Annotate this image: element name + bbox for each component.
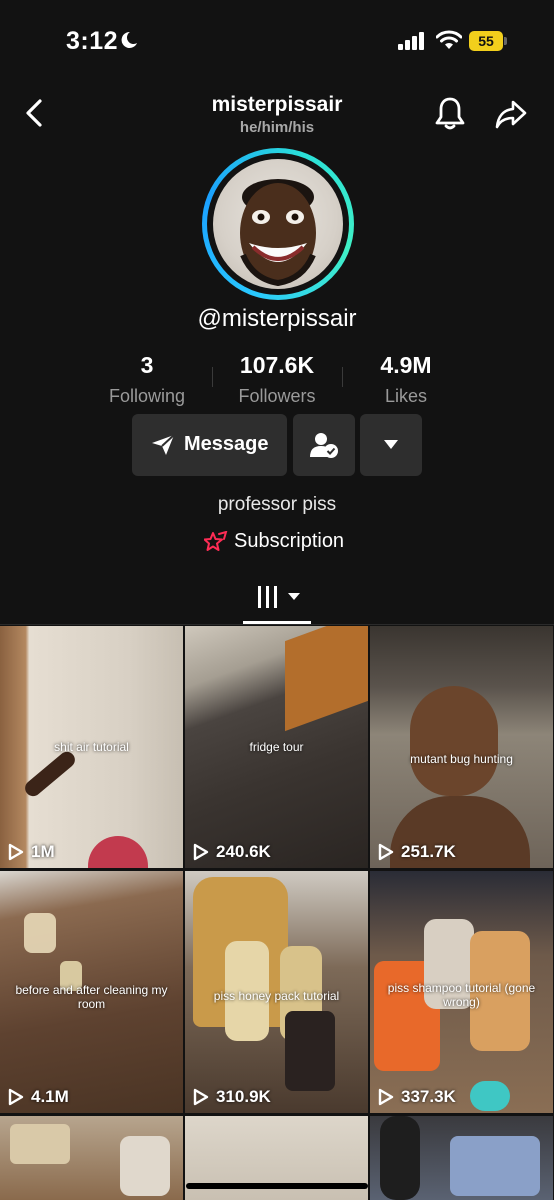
do-not-disturb-moon-icon [121, 31, 137, 48]
followers-count: 107.6K [239, 352, 315, 378]
subscription-star-icon [204, 531, 228, 551]
thumbnail-detail [285, 1011, 335, 1091]
tab-divider [0, 624, 554, 625]
thumbnail-detail [450, 1136, 540, 1196]
subscription-label: Subscription [234, 530, 345, 552]
thumbnail-detail [88, 836, 148, 868]
video-views-text: 4.1M [31, 1087, 69, 1106]
following-count: 3 [140, 352, 154, 378]
video-views-text: 240.6K [216, 842, 271, 861]
notification-bell-icon[interactable] [434, 96, 466, 132]
pronouns: he/him/his [239, 119, 315, 136]
video-caption: before and after cleaning my room [15, 983, 168, 1011]
play-icon [193, 843, 209, 861]
likes-count: 4.9M [380, 352, 432, 378]
following-label: Following [108, 386, 186, 406]
following-status-button[interactable] [293, 414, 355, 476]
thumbnail-detail [285, 626, 368, 732]
stat-following[interactable]: 3 Following [77, 352, 217, 407]
video-thumbnail[interactable]: before and after cleaning my room 4.1M [0, 871, 183, 1113]
wifi-icon [436, 30, 462, 49]
more-dropdown-button[interactable] [360, 414, 422, 476]
videos-grid-tab-icon[interactable] [256, 584, 302, 610]
home-indicator[interactable] [186, 1183, 368, 1189]
thumbnail-detail [21, 748, 79, 800]
stat-followers[interactable]: 107.6K Followers [207, 352, 347, 407]
profile-avatar[interactable] [202, 148, 354, 300]
video-thumbnail[interactable]: mutant bug hunting 251.7K [370, 626, 553, 868]
thumbnail-detail [10, 1124, 70, 1164]
stat-likes[interactable]: 4.9M Likes [336, 352, 476, 407]
share-arrow-icon[interactable] [494, 98, 528, 130]
video-view-count: 4.1M [8, 1087, 69, 1107]
avatar-gap [207, 153, 349, 295]
play-icon [378, 843, 394, 861]
caret-down-icon [384, 440, 398, 449]
message-button-label: Message [184, 433, 269, 455]
battery-indicator: 55 [469, 31, 503, 51]
video-thumbnail[interactable]: shit air tutorial 1M [0, 626, 183, 868]
video-thumbnail[interactable] [0, 1116, 183, 1200]
video-thumbnail[interactable]: piss honey pack tutorial 310.9K [185, 871, 368, 1113]
video-thumbnail[interactable]: fridge tour 240.6K [185, 626, 368, 868]
play-icon [8, 843, 24, 861]
user-check-icon [310, 433, 338, 458]
play-icon [8, 1088, 24, 1106]
thumbnail-detail [120, 1136, 170, 1196]
message-button[interactable]: Message [132, 414, 287, 476]
avatar-photo [213, 159, 343, 289]
video-view-count: 337.3K [378, 1087, 456, 1107]
cellular-signal-icon [398, 32, 424, 50]
profile-username-title: misterpissair [211, 93, 343, 116]
video-grid: shit air tutorial 1M fridge tour 240.6K … [0, 626, 554, 1200]
video-caption: mutant bug hunting [410, 752, 513, 766]
video-caption: piss honey pack tutorial [213, 989, 340, 1003]
video-view-count: 1M [8, 842, 55, 862]
thumbnail-detail [24, 913, 56, 953]
video-thumbnail[interactable] [370, 1116, 553, 1200]
video-views-text: 337.3K [401, 1087, 456, 1106]
profile-bio: professor piss [217, 494, 337, 515]
status-time: 3:12 [66, 27, 119, 55]
video-views-text: 251.7K [401, 842, 456, 861]
video-views-text: 1M [31, 842, 55, 861]
video-caption: fridge tour [249, 740, 304, 754]
battery-tip [504, 37, 507, 45]
likes-label: Likes [384, 386, 428, 406]
thumbnail-detail [410, 686, 498, 796]
video-view-count: 251.7K [378, 842, 456, 862]
thumbnail-detail [470, 1081, 510, 1111]
avatar-face-illustration [240, 179, 316, 287]
video-view-count: 310.9K [193, 1087, 271, 1107]
video-thumbnail[interactable]: piss shampoo tutorial (gone wrong) 337.3… [370, 871, 553, 1113]
video-view-count: 240.6K [193, 842, 271, 862]
followers-label: Followers [238, 386, 316, 406]
video-views-text: 310.9K [216, 1087, 271, 1106]
status-bar: 3:12 55 [0, 0, 554, 84]
video-caption: shit air tutorial [54, 740, 129, 754]
profile-handle: @misterpissair [197, 305, 357, 332]
thumbnail-detail [380, 1116, 420, 1200]
play-icon [378, 1088, 394, 1106]
play-icon [193, 1088, 209, 1106]
send-message-icon [152, 434, 175, 455]
video-caption: piss shampoo tutorial (gone wrong) [387, 981, 536, 1009]
